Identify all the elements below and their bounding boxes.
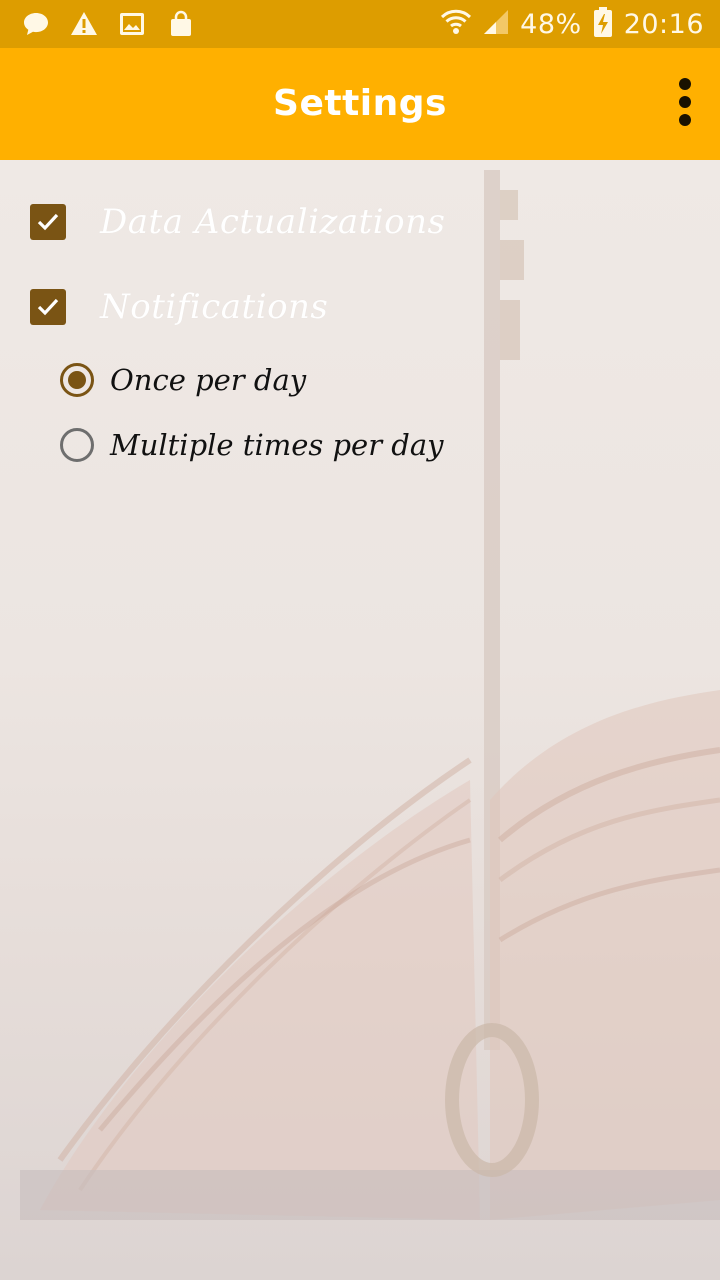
page-title: Settings [273,83,447,124]
radio-once-per-day[interactable]: Once per day [60,363,306,397]
status-bar: 48% 20:16 [0,0,720,48]
app-bar: Settings [0,48,720,160]
radio-button-unchecked[interactable] [60,428,94,462]
data-actualizations-label: Data Actualizations [100,202,446,242]
signal-icon [482,8,510,40]
image-icon [118,11,146,41]
radio-label: Multiple times per day [110,428,444,462]
wifi-icon [440,7,472,41]
notifications-checkbox[interactable] [30,289,66,325]
radio-multiple-times-per-day[interactable]: Multiple times per day [60,428,444,462]
data-actualizations-checkbox[interactable] [30,204,66,240]
background-image [20,170,720,1220]
shopping-bag-icon [168,10,194,42]
data-actualizations-setting[interactable]: Data Actualizations [30,202,445,242]
battery-percentage: 48% [520,8,582,40]
check-icon [37,298,59,316]
more-vert-icon[interactable] [670,78,700,132]
radio-button-checked[interactable] [60,363,94,397]
check-icon [37,213,59,231]
notifications-label: Notifications [100,287,329,327]
warning-icon [70,11,98,41]
settings-content: Data Actualizations Notifications Once p… [0,160,720,1280]
chat-bubble-icon [22,11,50,41]
notifications-setting[interactable]: Notifications [30,287,328,327]
clock: 20:16 [623,8,704,40]
radio-label: Once per day [110,363,307,397]
battery-charging-icon [592,6,614,42]
